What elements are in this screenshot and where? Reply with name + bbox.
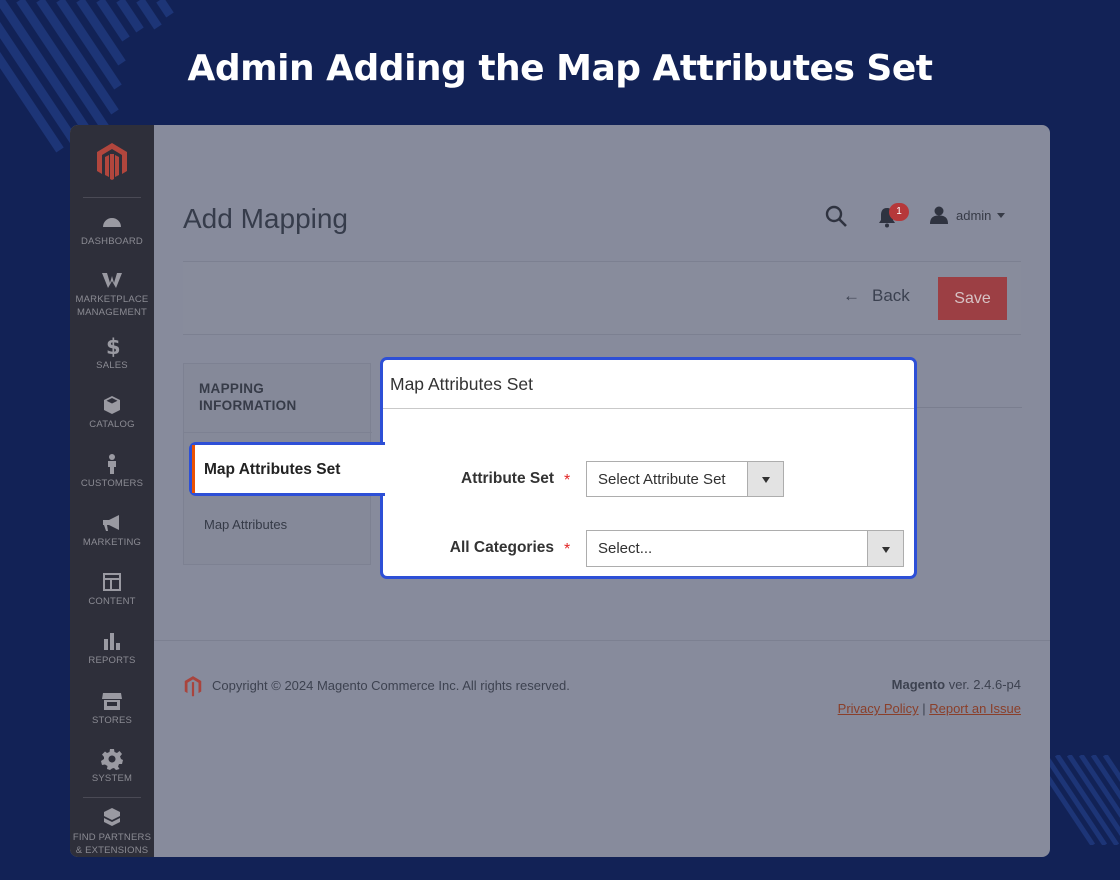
dropdown-button[interactable]	[747, 462, 783, 496]
store-icon	[101, 690, 123, 712]
footer-links: Privacy Policy | Report an Issue	[838, 701, 1021, 716]
sidebar-divider	[83, 197, 141, 198]
attribute-set-value: Select Attribute Set	[598, 471, 726, 488]
nav-marketing[interactable]: MARKETING	[70, 512, 154, 549]
nav-reports[interactable]: REPORTS	[70, 630, 154, 667]
svg-text:$: $	[106, 335, 121, 357]
all-categories-select[interactable]: Select...	[586, 530, 904, 567]
footer-copyright: Copyright © 2024 Magento Commerce Inc. A…	[212, 678, 570, 693]
person-icon	[101, 453, 123, 475]
chevron-down-icon	[762, 477, 770, 483]
marketplace-icon	[101, 269, 123, 291]
user-name: admin	[956, 207, 992, 223]
chevron-down-icon	[882, 547, 890, 553]
footer-brand: Magento	[891, 677, 946, 692]
megaphone-icon	[101, 512, 123, 534]
nav-find-partners[interactable]: FIND PARTNERS & EXTENSIONS	[70, 807, 154, 857]
active-tab-indicator	[192, 445, 195, 493]
footer-version-number: ver. 2.4.6-p4	[948, 677, 1021, 692]
dropdown-button[interactable]	[867, 531, 903, 566]
tabs-heading[interactable]: MAPPING INFORMATION	[199, 380, 359, 414]
back-button[interactable]: ← Back	[843, 286, 910, 306]
notification-count-badge: 1	[889, 203, 909, 221]
attribute-set-select[interactable]: Select Attribute Set	[586, 461, 784, 497]
user-icon	[930, 206, 948, 224]
nav-customers[interactable]: CUSTOMERS	[70, 453, 154, 490]
panel-title-divider	[383, 408, 914, 409]
save-button[interactable]: Save	[938, 277, 1007, 320]
tabs-divider	[184, 432, 372, 433]
cubes-icon	[101, 807, 123, 829]
page-title: Add Mapping	[183, 203, 349, 234]
arrow-left-icon: ←	[843, 286, 860, 305]
bar-chart-icon	[101, 630, 123, 652]
panel-title: Map Attributes Set	[390, 374, 533, 394]
footer-link-separator: |	[922, 701, 926, 716]
gear-icon	[101, 748, 123, 770]
required-marker: *	[564, 472, 571, 489]
nav-dashboard[interactable]: DASHBOARD	[70, 211, 154, 248]
nav-system[interactable]: SYSTEM	[70, 748, 154, 785]
admin-sidebar: DASHBOARD MARKETPLACE MANAGEMENT $ SALES…	[70, 125, 154, 857]
layout-icon	[101, 571, 123, 593]
dashboard-icon	[101, 211, 123, 233]
report-issue-link[interactable]: Report an Issue	[929, 701, 1021, 716]
tab-label: Map Attributes Set	[204, 461, 341, 478]
magento-logo-icon[interactable]	[94, 141, 130, 181]
nav-marketplace-management[interactable]: MARKETPLACE MANAGEMENT	[70, 269, 154, 319]
required-marker: *	[564, 541, 571, 558]
user-menu[interactable]: admin	[930, 205, 1006, 225]
dollar-icon: $	[101, 335, 123, 359]
sidebar-divider	[83, 797, 141, 798]
nav-sales[interactable]: $ SALES	[70, 335, 154, 372]
box-icon	[101, 394, 123, 416]
tab-map-attributes-set[interactable]: Map Attributes Set	[189, 442, 385, 496]
footer-divider	[154, 640, 1050, 641]
privacy-policy-link[interactable]: Privacy Policy	[838, 701, 919, 716]
all-categories-value: Select...	[598, 540, 653, 557]
magento-footer-logo-icon	[184, 676, 202, 697]
nav-stores[interactable]: STORES	[70, 690, 154, 727]
chevron-down-icon	[997, 212, 1006, 218]
tab-map-attributes[interactable]: Map Attributes	[204, 517, 287, 532]
search-icon[interactable]	[824, 204, 848, 228]
decorative-stripes-bottom-right	[1045, 755, 1120, 845]
nav-content[interactable]: CONTENT	[70, 571, 154, 608]
page-actions-bar: ← Back Save	[183, 261, 1021, 335]
nav-catalog[interactable]: CATALOG	[70, 394, 154, 431]
banner-title: Admin Adding the Map Attributes Set	[187, 48, 933, 89]
footer-version: Magento ver. 2.4.6-p4	[892, 677, 1021, 692]
